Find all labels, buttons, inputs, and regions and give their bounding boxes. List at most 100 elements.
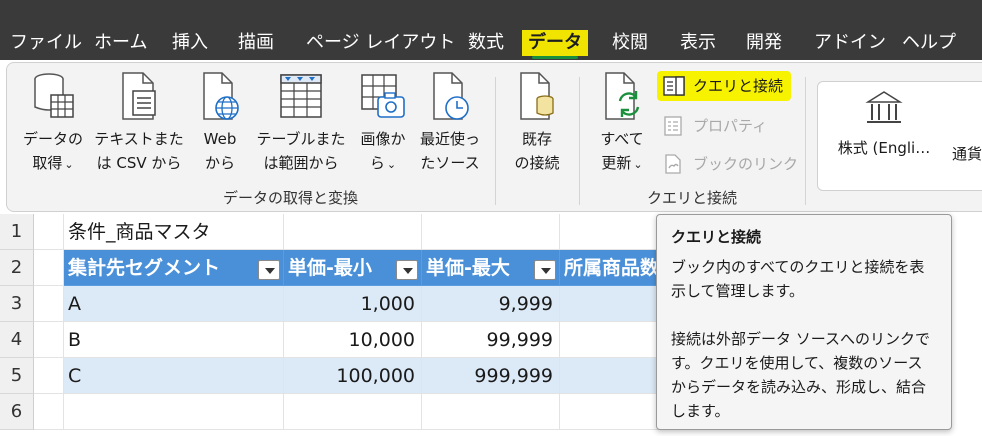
tooltip-title: クエリと接続: [671, 228, 762, 246]
table-header-price-max[interactable]: 単価-最大: [422, 250, 560, 286]
tab-help[interactable]: ヘルプ: [898, 30, 960, 56]
tab-file[interactable]: ファイル: [6, 30, 86, 56]
properties-label: プロパティ: [693, 117, 768, 135]
queries-connections-button[interactable]: クエリと接続: [657, 71, 792, 101]
queries-connections-label: クエリと接続: [693, 77, 784, 95]
table-cell[interactable]: 999,999: [422, 358, 560, 394]
properties-button[interactable]: プロパティ: [657, 111, 775, 141]
cell[interactable]: [422, 214, 560, 250]
table-cell[interactable]: [560, 286, 660, 322]
table-cell[interactable]: A: [64, 286, 284, 322]
camera-table-icon: [361, 74, 405, 118]
ribbon-data: データの 取得 ⌄ テキストまた は CSV から Web から テーブルまた …: [6, 62, 982, 212]
chevron-down-icon: ⌄: [64, 158, 74, 171]
row-header[interactable]: 4: [0, 322, 34, 358]
cell[interactable]: [34, 250, 64, 286]
filter-dropdown-icon[interactable]: [534, 260, 556, 280]
cell[interactable]: [34, 394, 64, 430]
table-cell[interactable]: 1,000: [284, 286, 422, 322]
cell-title[interactable]: 条件_商品マスタ: [64, 214, 284, 250]
cell[interactable]: [560, 394, 660, 430]
recent-sources-label2: たソース: [420, 154, 480, 172]
cell[interactable]: [34, 358, 64, 394]
from-text-csv-label2: は CSV から: [96, 154, 182, 172]
table-cell[interactable]: [560, 358, 660, 394]
table-cell[interactable]: C: [64, 358, 284, 394]
table-header-price-min[interactable]: 単価-最小: [284, 250, 422, 286]
bank-icon: [865, 91, 903, 123]
get-data-label1: データの: [22, 130, 83, 148]
table-cell[interactable]: 10,000: [284, 322, 422, 358]
separator: [579, 77, 580, 205]
cell[interactable]: [284, 394, 422, 430]
table-header-product-count[interactable]: 所属商品数: [560, 250, 660, 286]
from-picture-label2: ら: [369, 154, 385, 172]
from-table-range-label2: は範囲から: [263, 154, 339, 172]
cell[interactable]: [34, 214, 64, 250]
tooltip-description: ブック内のすべてのクエリと接続を表示して管理します。: [671, 258, 925, 300]
from-table-range-button[interactable]: テーブルまた は範囲から: [255, 71, 347, 175]
from-text-csv-label1: テキストまた: [94, 130, 184, 148]
refresh-icon: [605, 72, 640, 120]
from-web-label2: から: [204, 154, 235, 172]
existing-connection-icon: [520, 72, 554, 120]
table-header-label: 単価-最大: [426, 257, 510, 279]
table-cell[interactable]: B: [64, 322, 284, 358]
tab-review[interactable]: 校閲: [608, 30, 652, 56]
tab-addins[interactable]: アドイン: [810, 30, 890, 56]
cell[interactable]: [34, 322, 64, 358]
tab-home[interactable]: ホーム: [90, 30, 151, 56]
refresh-all-button[interactable]: すべて 更新 ⌄: [591, 71, 653, 177]
cell[interactable]: [422, 394, 560, 430]
get-data-label2: 取得: [32, 154, 63, 172]
cell[interactable]: [560, 214, 660, 250]
book-links-button[interactable]: ブックのリンク: [657, 149, 806, 179]
from-picture-button[interactable]: 画像か ら ⌄: [353, 71, 413, 177]
currency-button[interactable]: 通貨: [952, 142, 982, 166]
tab-data[interactable]: データ: [522, 30, 588, 59]
cell[interactable]: [34, 286, 64, 322]
row-header[interactable]: 3: [0, 286, 34, 322]
cell[interactable]: [284, 214, 422, 250]
table-cell[interactable]: 100,000: [284, 358, 422, 394]
table-header-label: 集計先セグメント: [68, 257, 221, 279]
refresh-all-label1: すべて: [600, 130, 644, 148]
tab-insert[interactable]: 挿入: [168, 30, 212, 56]
stocks-label: 株式 (Engli…: [837, 139, 931, 157]
stocks-button[interactable]: 株式 (Engli…: [824, 88, 944, 160]
cell[interactable]: [64, 394, 284, 430]
get-data-button[interactable]: データの 取得 ⌄: [21, 71, 85, 177]
tab-draw[interactable]: 描画: [234, 30, 278, 56]
table-header-label: 単価-最小: [288, 257, 372, 279]
row-header[interactable]: 1: [0, 214, 34, 250]
tab-formulas[interactable]: 数式: [464, 30, 508, 56]
recent-sources-button[interactable]: 最近使っ たソース: [415, 71, 485, 175]
queries-pane-icon: [663, 76, 685, 96]
filter-dropdown-icon[interactable]: [258, 260, 280, 280]
from-web-button[interactable]: Web から: [193, 71, 247, 175]
group-label-queries: クエリと接続: [647, 189, 738, 207]
existing-connections-button[interactable]: 既存 の接続: [505, 71, 569, 175]
filter-dropdown-icon[interactable]: [396, 260, 418, 280]
row-header[interactable]: 6: [0, 394, 34, 430]
tab-view[interactable]: 表示: [676, 30, 720, 56]
from-table-range-label1: テーブルまた: [256, 130, 346, 148]
table-cell[interactable]: 99,999: [422, 322, 560, 358]
web-globe-icon: [203, 72, 239, 120]
link-file-icon: [665, 154, 681, 174]
row-header[interactable]: 5: [0, 358, 34, 394]
properties-icon: [664, 116, 682, 136]
tab-page-layout[interactable]: ページ レイアウト: [302, 30, 459, 56]
table-header-segment[interactable]: 集計先セグメント: [64, 250, 284, 286]
row-header[interactable]: 2: [0, 250, 34, 286]
table-cell[interactable]: [560, 322, 660, 358]
existing-connections-label1: 既存: [521, 130, 552, 148]
table-cell[interactable]: 9,999: [422, 286, 560, 322]
data-types-gallery: 株式 (Engli… 通貨: [817, 81, 982, 191]
existing-connections-label2: の接続: [514, 154, 560, 172]
separator: [495, 77, 496, 205]
database-table-icon: [34, 73, 74, 118]
tab-developer[interactable]: 開発: [742, 30, 786, 56]
from-text-csv-button[interactable]: テキストまた は CSV から: [93, 71, 185, 175]
currency-label: 通貨: [952, 145, 982, 163]
